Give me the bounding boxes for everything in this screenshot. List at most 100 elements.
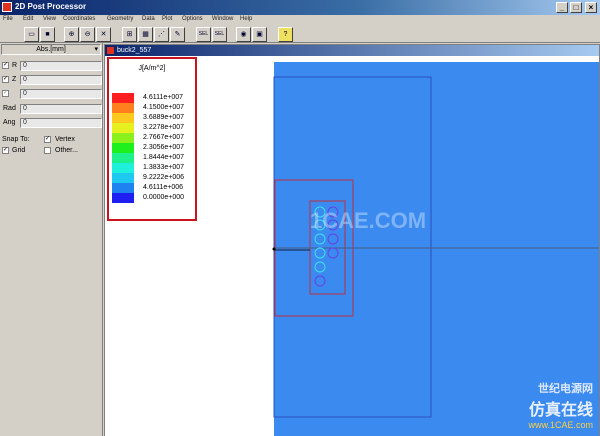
menu-geometry[interactable]: Geometry [107,16,133,22]
legend-value: 4.6111e+007 [143,94,184,101]
window-icon[interactable]: ▣ [252,27,267,42]
origin-point [272,247,276,251]
legend-value: 4.6111e+006 [143,184,184,191]
legend-value: 2.7667e+007 [143,134,185,141]
r-checkbox[interactable]: ✓ [2,62,9,69]
z-label: Z [12,76,17,83]
legend-value: 3.2278e+007 [143,124,185,131]
grid-checkbox[interactable]: ✓ [2,147,9,154]
legend-entry: 3.2278e+007 [112,123,196,133]
sel2-icon[interactable]: SEL [212,27,227,42]
app-icon [2,2,12,12]
menu-file[interactable]: File [3,16,13,22]
legend-swatch [112,153,134,163]
legend-value: 0.0000e+000 [143,194,185,201]
legend-swatch [112,163,134,173]
watermark-text: 1CAE.COM [310,208,427,233]
legend-swatch [112,183,134,193]
grid-icon[interactable]: ▦ [138,27,153,42]
grid-label: Grid [12,147,26,154]
snap-to-label: Snap To: [2,136,30,143]
legend-value: 9.2222e+006 [143,174,185,181]
legend-swatch [112,143,134,153]
menu-edit[interactable]: Edit [23,16,33,22]
menu-help[interactable]: Help [240,16,252,22]
legend-entry: 9.2222e+006 [112,173,196,183]
legend-value: 3.6889e+007 [143,114,185,121]
zoom-out-icon[interactable]: ⊖ [80,27,95,42]
legend-entry: 4.6111e+007 [112,93,196,103]
legend-value: 1.8444e+007 [143,154,185,161]
menu-data[interactable]: Data [142,16,155,22]
view-icon[interactable]: ◉ [236,27,251,42]
document-window: buck2_557 1CAE.COM J[A/m^2] 4.6111e+007 4… [104,44,600,436]
units-value: Abs.[mm] [36,46,66,53]
legend-entry: 2.7667e+007 [112,133,196,143]
field-plot[interactable]: 1CAE.COM J[A/m^2] 4.6111e+007 4.1500e+007… [105,56,599,436]
document-icon [107,47,114,54]
r-label: R [12,62,18,69]
ang-label: Ang [3,119,16,126]
brand-cn2: 仿真在线 [528,402,593,419]
r-input[interactable]: 0 [20,61,102,71]
close-button[interactable]: × [585,2,597,13]
help-icon[interactable]: ? [278,27,293,42]
select-icon[interactable]: ⊞ [122,27,137,42]
units-select[interactable]: Abs.[mm] ▾ [1,44,101,55]
document-title: buck2_557 [117,47,152,54]
document-title-bar: buck2_557 [105,45,599,56]
legend-entry: 4.1500e+007 [112,103,196,113]
other-label: Other... [55,147,78,154]
brand-site: www.1CAE.com [528,420,593,430]
other-option[interactable]: Other... [44,147,102,156]
vector-icon[interactable]: ⋰ [154,27,169,42]
legend-entry: 2.3056e+007 [112,143,196,153]
menu-options[interactable]: Options [182,16,203,22]
rad-input[interactable]: 0 [20,104,102,114]
legend: J[A/m^2] 4.6111e+007 4.1500e+007 3.6889e+0… [107,57,197,221]
menu-window[interactable]: Window [212,16,233,22]
legend-value: 4.1500e+007 [143,104,185,111]
open-folder-icon[interactable]: ▭ [24,27,39,42]
minimize-button[interactable]: _ [556,2,568,13]
third-field-row: ✓ 0 [1,88,102,100]
legend-swatch [112,173,134,183]
z-field-row: ✓ Z 0 [1,74,102,86]
menu-coordinates[interactable]: Coordinates [63,16,95,22]
third-checkbox[interactable]: ✓ [2,90,9,97]
maximize-button[interactable]: □ [570,2,582,13]
toolbar: ▭ ■ ⊕ ⊖ ✕ ⊞ ▦ ⋰ ✎ SEL SEL ◉ ▣ ? [0,26,600,43]
legend-swatch [112,113,134,123]
z-input[interactable]: 0 [20,75,102,85]
legend-entry: 1.8444e+007 [112,153,196,163]
coordinate-panel: Abs.[mm] ▾ ✓ R 0 ✓ Z 0 ✓ 0 Rad 0 Ang 0 S… [0,43,103,436]
ang-input[interactable]: 0 [20,118,102,128]
sel-icon[interactable]: SEL [196,27,211,42]
legend-value: 2.3056e+007 [143,144,185,151]
other-checkbox[interactable] [44,147,51,154]
vertex-label: Vertex [55,136,75,143]
save-icon[interactable]: ■ [40,27,55,42]
chevron-down-icon: ▾ [94,46,98,53]
vertex-checkbox[interactable]: ✓ [44,136,51,143]
brand-logo: 世纪电源网 仿真在线 www.1CAE.com [528,380,593,430]
draw-icon[interactable]: ✎ [170,27,185,42]
legend-entry: 1.3833e+007 [112,163,196,173]
ang-field-row: Ang 0 [1,117,102,129]
vertex-option[interactable]: ✓ Vertex [44,136,104,145]
zoom-in-icon[interactable]: ⊕ [64,27,79,42]
menu-bar: File Edit View Coordinates Geometry Data… [0,15,600,26]
legend-title: J[A/m^2] [138,65,166,72]
fit-icon[interactable]: ✕ [96,27,111,42]
third-input[interactable]: 0 [20,89,102,99]
legend-entry: 4.6111e+006 [112,183,196,193]
legend-entry: 0.0000e+000 [112,193,196,203]
legend-swatch [112,193,134,203]
rad-label: Rad [3,105,16,112]
grid-option[interactable]: ✓ Grid [2,147,42,156]
legend-entry: 3.6889e+007 [112,113,196,123]
menu-plot[interactable]: Plot [162,16,172,22]
z-checkbox[interactable]: ✓ [2,76,9,83]
menu-view[interactable]: View [43,16,56,22]
title-bar: 2D Post Processor _ □ × [0,0,600,15]
